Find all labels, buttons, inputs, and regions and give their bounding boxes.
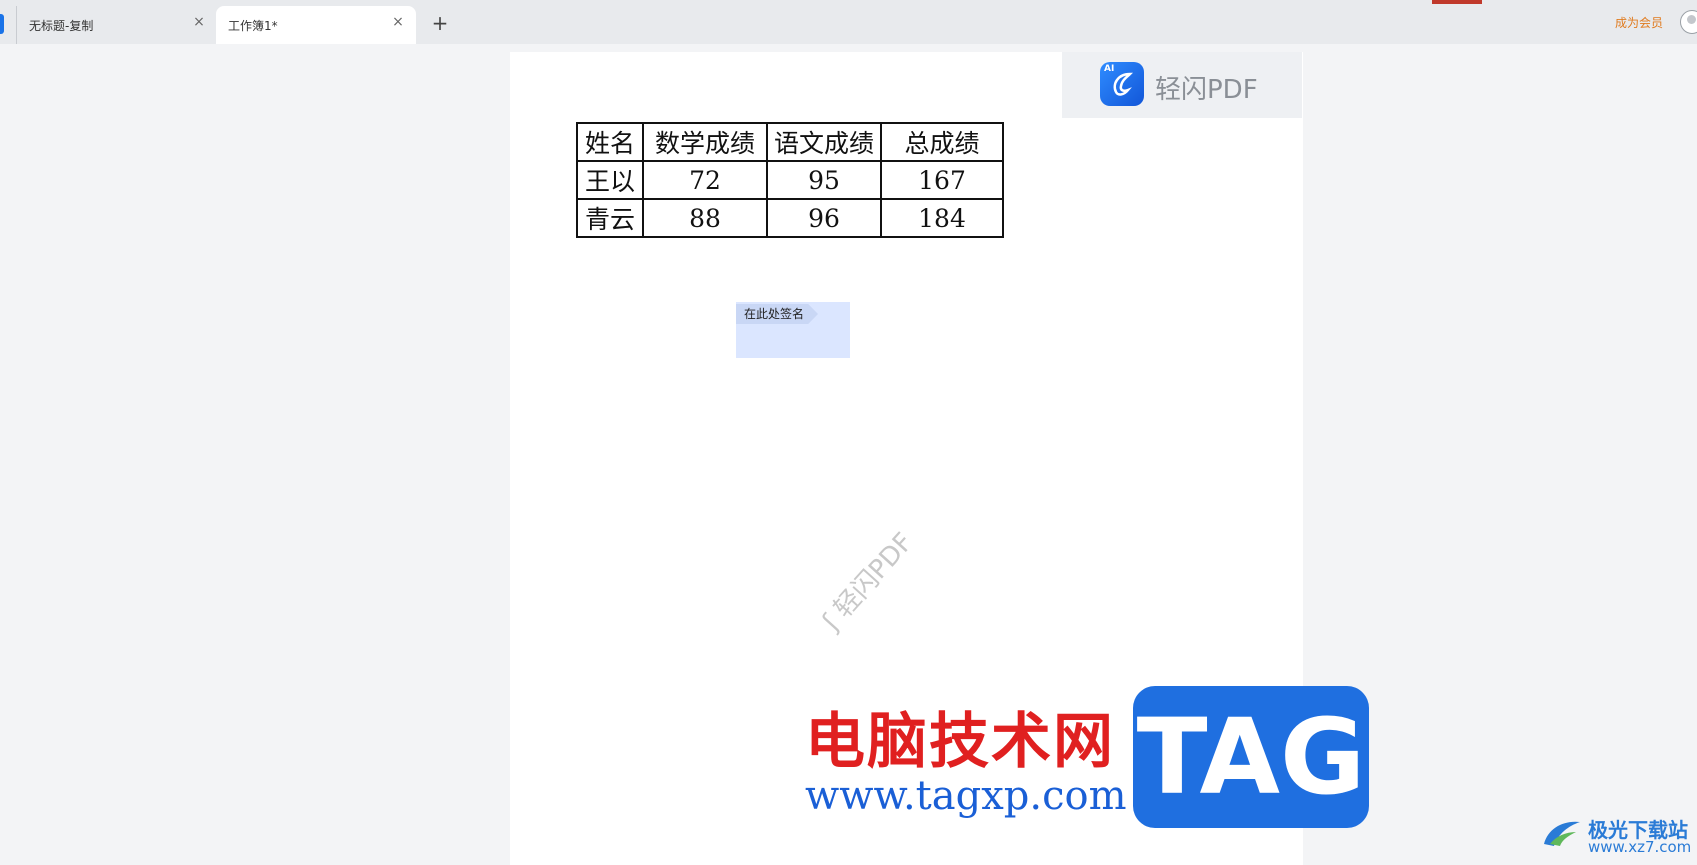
table-cell[interactable]: 青云 <box>576 198 644 238</box>
become-member-link[interactable]: 成为会员 <box>1615 14 1663 31</box>
app-logo-text: 轻闪PDF <box>1155 75 1258 105</box>
aurora-logo-icon <box>1544 821 1580 846</box>
table-cell[interactable]: 184 <box>880 198 1004 238</box>
close-icon[interactable]: × <box>191 14 207 30</box>
signature-label: 在此处签名 <box>736 304 819 324</box>
signature-field[interactable]: 在此处签名 <box>736 302 850 358</box>
table-cell[interactable]: 167 <box>880 160 1004 200</box>
table-row: 王以 72 95 167 <box>576 160 1004 200</box>
table-header-cell[interactable]: 姓名 <box>576 122 644 162</box>
table-header-cell[interactable]: 总成绩 <box>880 122 1004 162</box>
new-tab-button[interactable]: + <box>428 12 452 36</box>
tab-bar: 无标题-复制 × 工作簿1* × + 成为会员 <box>0 0 1697 44</box>
site-watermark-url: www.tagxp.com <box>805 773 1127 819</box>
avatar[interactable] <box>1680 10 1697 34</box>
close-icon[interactable]: × <box>390 14 406 30</box>
table-header-row: 姓名 数学成绩 语文成绩 总成绩 <box>576 122 1004 162</box>
table-header-cell[interactable]: 数学成绩 <box>642 122 768 162</box>
tab-edge-indicator <box>0 14 4 34</box>
table-cell[interactable]: 王以 <box>576 160 644 200</box>
tab-label: 工作簿1* <box>228 19 278 33</box>
table-row: 青云 88 96 184 <box>576 198 1004 238</box>
corner-site-url: www.xz7.com <box>1588 838 1692 856</box>
app-logo-icon: AI <box>1100 62 1144 106</box>
table-cell[interactable]: 96 <box>766 198 882 238</box>
tab-untitled-copy[interactable]: 无标题-复制 × <box>16 6 217 44</box>
window-control-strip[interactable] <box>1432 0 1482 4</box>
tab-workbook1[interactable]: 工作簿1* × <box>216 6 416 44</box>
table-cell[interactable]: 88 <box>642 198 768 238</box>
table-cell[interactable]: 72 <box>642 160 768 200</box>
grades-table: 姓名 数学成绩 语文成绩 总成绩 王以 72 95 167 青云 88 96 1… <box>576 122 1004 238</box>
site-watermark-title: 电脑技术网 <box>805 707 1115 777</box>
feather-icon <box>1113 72 1134 96</box>
table-header-cell[interactable]: 语文成绩 <box>766 122 882 162</box>
table-cell[interactable]: 95 <box>766 160 882 200</box>
tag-logo: TAG <box>1133 686 1369 828</box>
tab-label: 无标题-复制 <box>29 19 94 33</box>
